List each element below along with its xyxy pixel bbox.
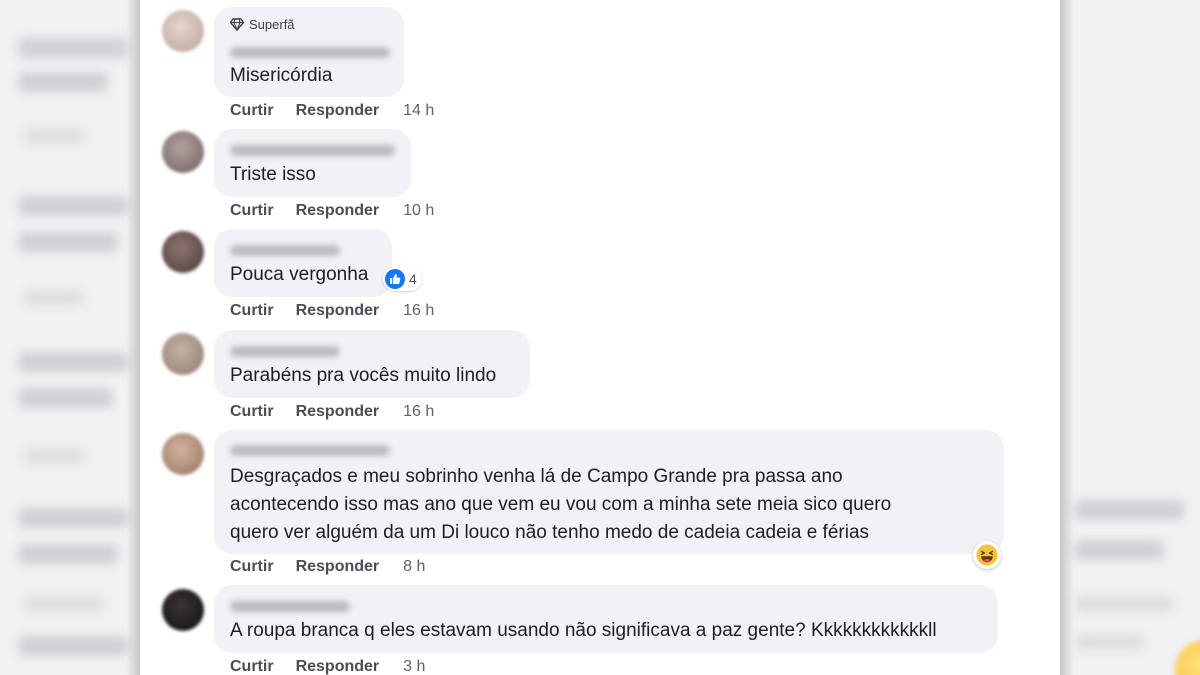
like-button[interactable]: Curtir bbox=[230, 202, 274, 220]
reply-button[interactable]: Responder bbox=[296, 558, 380, 576]
reaction-summary[interactable]: 4 bbox=[383, 267, 422, 291]
comment-timestamp[interactable]: 3 h bbox=[403, 658, 425, 675]
author-name-blurred[interactable] bbox=[230, 445, 390, 456]
comment-actions: Curtir Responder 3 h bbox=[230, 658, 425, 675]
comment-text-line: acontecendo isso mas ano que vem eu vou … bbox=[230, 494, 892, 515]
avatar[interactable] bbox=[162, 231, 204, 273]
author-name-blurred[interactable] bbox=[230, 145, 395, 156]
like-button[interactable]: Curtir bbox=[230, 658, 274, 675]
comment-text: A roupa branca q eles estavam usando não… bbox=[230, 620, 937, 641]
comment-timestamp[interactable]: 8 h bbox=[403, 558, 425, 576]
comment-timestamp[interactable]: 16 h bbox=[403, 302, 434, 320]
comment-actions: Curtir Responder 10 h bbox=[230, 202, 434, 220]
diamond-icon bbox=[230, 18, 244, 31]
comment-text: Misericórdia bbox=[230, 65, 333, 86]
comment-actions: Curtir Responder 16 h bbox=[230, 302, 434, 320]
comment-bubble: Superfã Misericórdia bbox=[214, 7, 404, 97]
author-name-blurred[interactable] bbox=[230, 346, 340, 357]
panel-shadow-right bbox=[1060, 0, 1074, 675]
reply-button[interactable]: Responder bbox=[296, 102, 380, 120]
comment-text: Pouca vergonha bbox=[230, 264, 369, 285]
comments-panel: Superfã Misericórdia Curtir Responder 14… bbox=[140, 0, 1060, 675]
reply-button[interactable]: Responder bbox=[296, 202, 380, 220]
comment-text: Parabéns pra vocês muito lindo bbox=[230, 365, 497, 386]
author-name-blurred[interactable] bbox=[230, 47, 390, 58]
avatar[interactable] bbox=[162, 10, 204, 52]
author-name-blurred[interactable] bbox=[230, 245, 340, 256]
comment-timestamp[interactable]: 14 h bbox=[403, 102, 434, 120]
avatar[interactable] bbox=[162, 131, 204, 173]
comment-text-line: Desgraçados e meu sobrinho venha lá de C… bbox=[230, 466, 843, 487]
background-left-panel bbox=[0, 0, 140, 675]
panel-shadow-left bbox=[126, 0, 140, 675]
like-icon bbox=[385, 269, 405, 289]
author-name-blurred[interactable] bbox=[230, 601, 350, 612]
like-button[interactable]: Curtir bbox=[230, 102, 274, 120]
comment-bubble: Pouca vergonha bbox=[214, 229, 392, 297]
like-button[interactable]: Curtir bbox=[230, 558, 274, 576]
reply-button[interactable]: Responder bbox=[296, 403, 380, 421]
like-button[interactable]: Curtir bbox=[230, 403, 274, 421]
comment-timestamp[interactable]: 16 h bbox=[403, 403, 434, 421]
reply-button[interactable]: Responder bbox=[296, 658, 380, 675]
comment-bubble: Desgraçados e meu sobrinho venha lá de C… bbox=[214, 430, 1004, 554]
comment-text-line: quero ver alguém da um Di louco não tenh… bbox=[230, 522, 870, 543]
badge-label: Superfã bbox=[249, 17, 295, 32]
reply-button[interactable]: Responder bbox=[296, 302, 380, 320]
comment-timestamp[interactable]: 10 h bbox=[403, 202, 434, 220]
avatar[interactable] bbox=[162, 589, 204, 631]
superfan-badge: Superfã bbox=[230, 17, 295, 32]
comment-bubble: Parabéns pra vocês muito lindo bbox=[214, 330, 530, 398]
reaction-count: 4 bbox=[409, 271, 417, 287]
like-button[interactable]: Curtir bbox=[230, 302, 274, 320]
background-right-panel bbox=[1060, 0, 1200, 675]
comment-actions: Curtir Responder 14 h bbox=[230, 102, 434, 120]
avatar[interactable] bbox=[162, 433, 204, 475]
avatar[interactable] bbox=[162, 333, 204, 375]
comment-actions: Curtir Responder 8 h bbox=[230, 558, 425, 576]
comment-actions: Curtir Responder 16 h bbox=[230, 403, 434, 421]
comment-text: Triste isso bbox=[230, 164, 316, 185]
comment-bubble: A roupa branca q eles estavam usando não… bbox=[214, 585, 998, 653]
haha-icon[interactable] bbox=[973, 541, 1001, 569]
comment-bubble: Triste isso bbox=[214, 129, 411, 197]
